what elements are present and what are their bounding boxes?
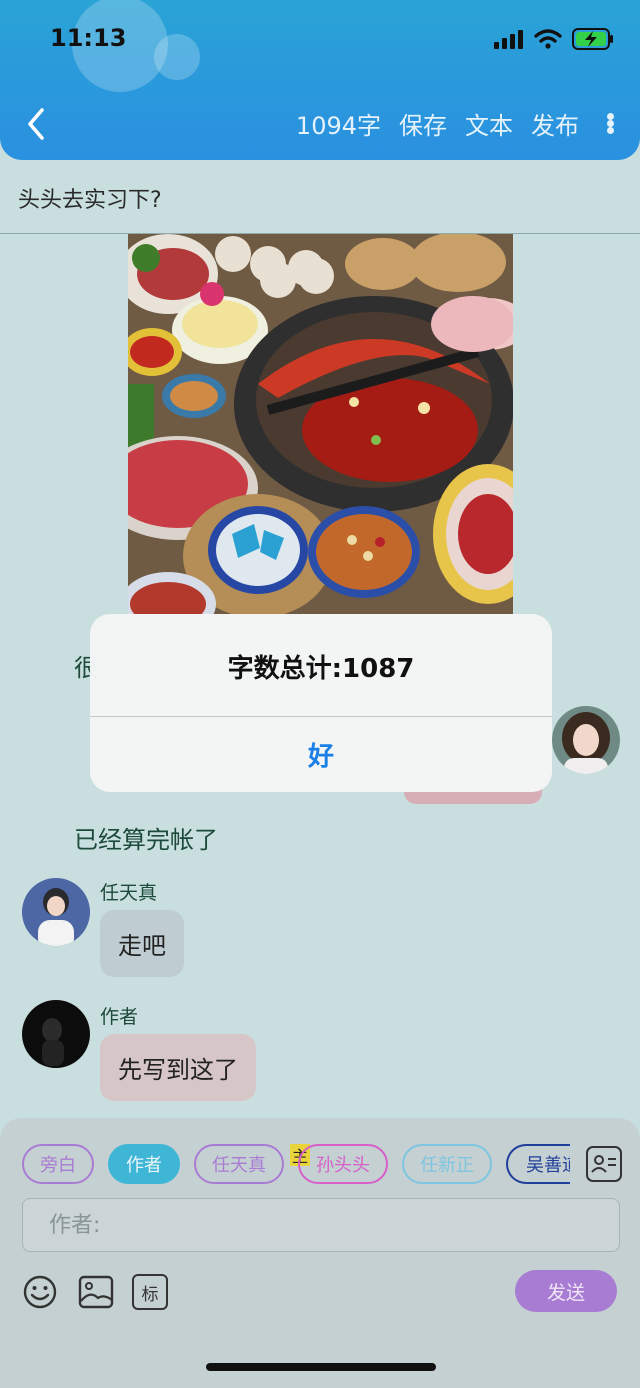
composer-panel: 旁白 作者 任天真 主 孙头头 任新正 吴善道 标 发送	[0, 1118, 640, 1388]
avatar-ren-tianzhen[interactable]	[22, 878, 90, 946]
role-chip-1[interactable]: 作者	[108, 1144, 180, 1184]
role-chip-3[interactable]: 孙头头	[298, 1144, 388, 1184]
word-count-alert: 字数总计:1087 好	[90, 614, 552, 792]
role-chip-4[interactable]: 任新正	[402, 1144, 492, 1184]
role-chip-label: 吴善道	[526, 1155, 570, 1176]
contact-card-icon[interactable]	[586, 1146, 622, 1182]
sender-name: 任天真	[100, 882, 158, 904]
decor-bubble	[154, 34, 200, 80]
top-bar: 11:13 1094字 保存 文本 发布	[0, 0, 640, 160]
role-chip-label: 旁白	[40, 1155, 76, 1176]
narration-text: 已经算完帐了	[74, 826, 218, 854]
home-indicator	[206, 1363, 436, 1371]
hotpot-image[interactable]	[128, 234, 513, 614]
image-icon[interactable]	[78, 1274, 114, 1310]
role-chip-label: 任新正	[420, 1155, 474, 1176]
message-input-box[interactable]	[22, 1198, 620, 1252]
role-chip-label: 任天真	[212, 1155, 266, 1176]
signal-icon	[494, 30, 523, 49]
wifi-icon	[534, 29, 562, 49]
message-bubble[interactable]: 先写到这了	[100, 1034, 256, 1101]
publish-button[interactable]: 发布	[531, 106, 579, 141]
role-chip-label: 作者	[126, 1155, 162, 1176]
alert-message: 字数总计:1087	[227, 654, 415, 684]
mark-button[interactable]: 标	[132, 1274, 168, 1310]
story-title-row[interactable]: 头头去实习下?	[0, 160, 640, 234]
role-chip-label: 孙头头	[316, 1155, 370, 1176]
text-button[interactable]: 文本	[465, 106, 513, 141]
alert-ok-button[interactable]: 好	[90, 716, 552, 792]
send-button[interactable]: 发送	[515, 1270, 617, 1312]
story-title: 头头去实习下?	[18, 188, 162, 213]
role-chip-0[interactable]: 旁白	[22, 1144, 94, 1184]
avatar-author[interactable]	[22, 1000, 90, 1068]
more-icon[interactable]	[607, 113, 614, 134]
nav-actions: 1094字 保存 文本 发布	[296, 106, 614, 141]
avatar-female[interactable]	[552, 706, 620, 774]
role-chip-5[interactable]: 吴善道	[506, 1144, 570, 1184]
word-count[interactable]: 1094字	[296, 106, 381, 141]
emoji-icon[interactable]	[22, 1274, 58, 1310]
message-bubble[interactable]: 走吧	[100, 910, 184, 977]
role-chip-2[interactable]: 任天真	[194, 1144, 284, 1184]
message-input[interactable]	[23, 1199, 619, 1251]
status-icons	[494, 28, 614, 50]
status-time: 11:13	[50, 24, 127, 52]
save-button[interactable]: 保存	[399, 106, 447, 141]
battery-charging-icon	[572, 28, 613, 50]
back-icon[interactable]	[18, 104, 58, 144]
sender-name: 作者	[100, 1006, 139, 1028]
